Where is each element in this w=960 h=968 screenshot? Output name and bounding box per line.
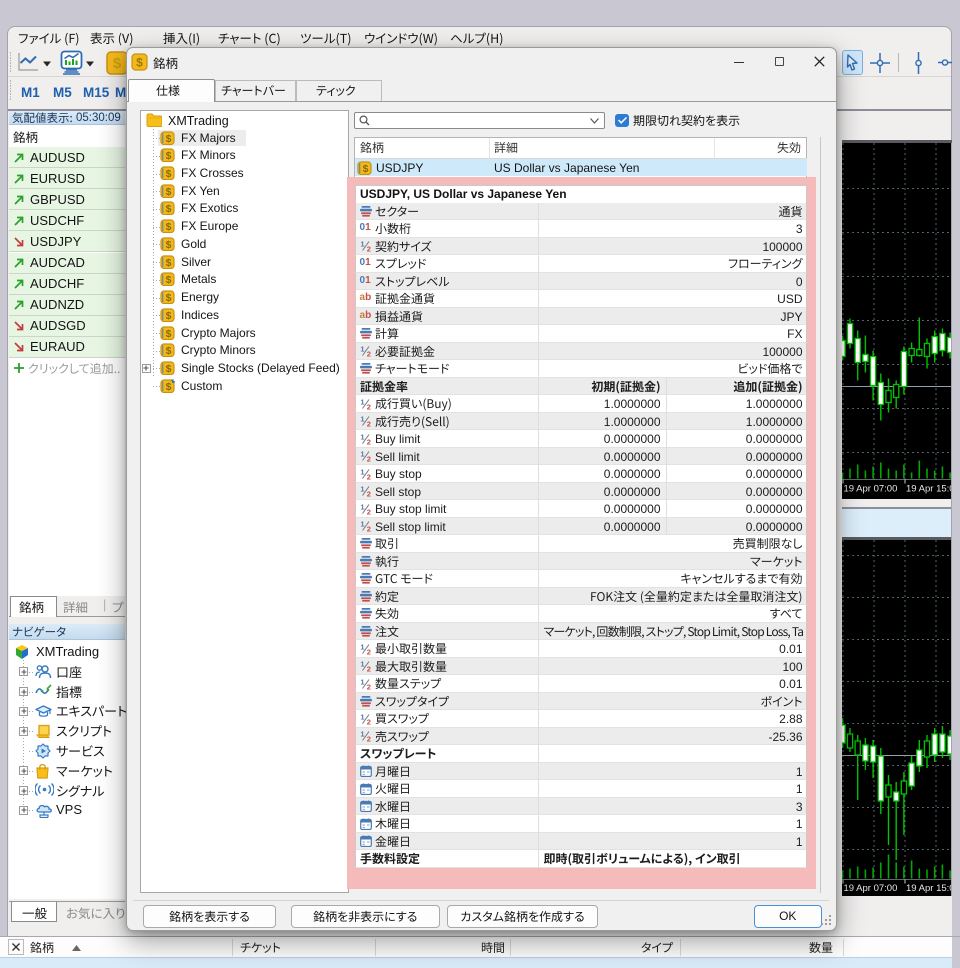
svg-text:$: $ — [363, 163, 369, 175]
svg-text:$: $ — [166, 274, 172, 286]
svg-text:1: 1 — [360, 433, 364, 442]
svg-text:1: 1 — [360, 678, 364, 687]
svg-text:19 Apr 15:00: 19 Apr 15:00 — [906, 483, 952, 494]
svg-text:1: 1 — [360, 485, 364, 494]
svg-text:2: 2 — [366, 245, 370, 253]
svg-text:1: 1 — [360, 468, 364, 477]
svg-text:2: 2 — [366, 525, 370, 533]
svg-text:$: $ — [166, 168, 172, 180]
svg-text:1: 1 — [360, 730, 364, 739]
svg-text:19 Apr 07:00: 19 Apr 07:00 — [843, 883, 897, 894]
svg-text:1: 1 — [360, 713, 364, 722]
svg-text:$: $ — [166, 363, 172, 375]
svg-text:$: $ — [166, 257, 172, 269]
svg-text:1: 1 — [360, 503, 364, 512]
svg-text:2: 2 — [366, 682, 370, 690]
svg-text:19 Apr 07:00: 19 Apr 07:00 — [843, 483, 897, 494]
svg-text:$: $ — [166, 310, 172, 322]
svg-text:2: 2 — [366, 507, 370, 515]
svg-text:2: 2 — [366, 350, 370, 358]
svg-text:$: $ — [113, 55, 122, 72]
svg-text:$: $ — [166, 292, 172, 304]
svg-text:2: 2 — [366, 647, 370, 655]
svg-text:2: 2 — [366, 402, 370, 410]
svg-text:1: 1 — [360, 450, 364, 459]
svg-text:2: 2 — [366, 437, 370, 445]
svg-text:$: $ — [166, 239, 172, 251]
svg-text:2: 2 — [366, 455, 370, 463]
svg-text:1: 1 — [360, 520, 364, 529]
svg-text:2: 2 — [366, 490, 370, 498]
svg-text:19 Apr 15:00: 19 Apr 15:00 — [906, 883, 952, 894]
svg-text:1: 1 — [360, 240, 364, 249]
svg-text:$: $ — [166, 345, 172, 357]
svg-text:$: $ — [166, 203, 172, 215]
svg-text:2: 2 — [366, 420, 370, 428]
svg-text:2: 2 — [366, 735, 370, 743]
svg-text:1: 1 — [360, 643, 364, 652]
svg-text:$: $ — [166, 381, 172, 393]
svg-text:$: $ — [166, 328, 172, 340]
svg-text:$: $ — [166, 186, 172, 198]
svg-text:$: $ — [166, 133, 172, 145]
svg-text:2: 2 — [366, 472, 370, 480]
svg-text:2: 2 — [366, 717, 370, 725]
svg-text:$: $ — [166, 150, 172, 162]
svg-text:1: 1 — [360, 660, 364, 669]
svg-text:2: 2 — [366, 665, 370, 673]
svg-text:1: 1 — [360, 398, 364, 407]
svg-text:1: 1 — [360, 345, 364, 354]
svg-text:1: 1 — [360, 415, 364, 424]
svg-text:$: $ — [136, 56, 143, 70]
svg-text:$: $ — [166, 221, 172, 233]
